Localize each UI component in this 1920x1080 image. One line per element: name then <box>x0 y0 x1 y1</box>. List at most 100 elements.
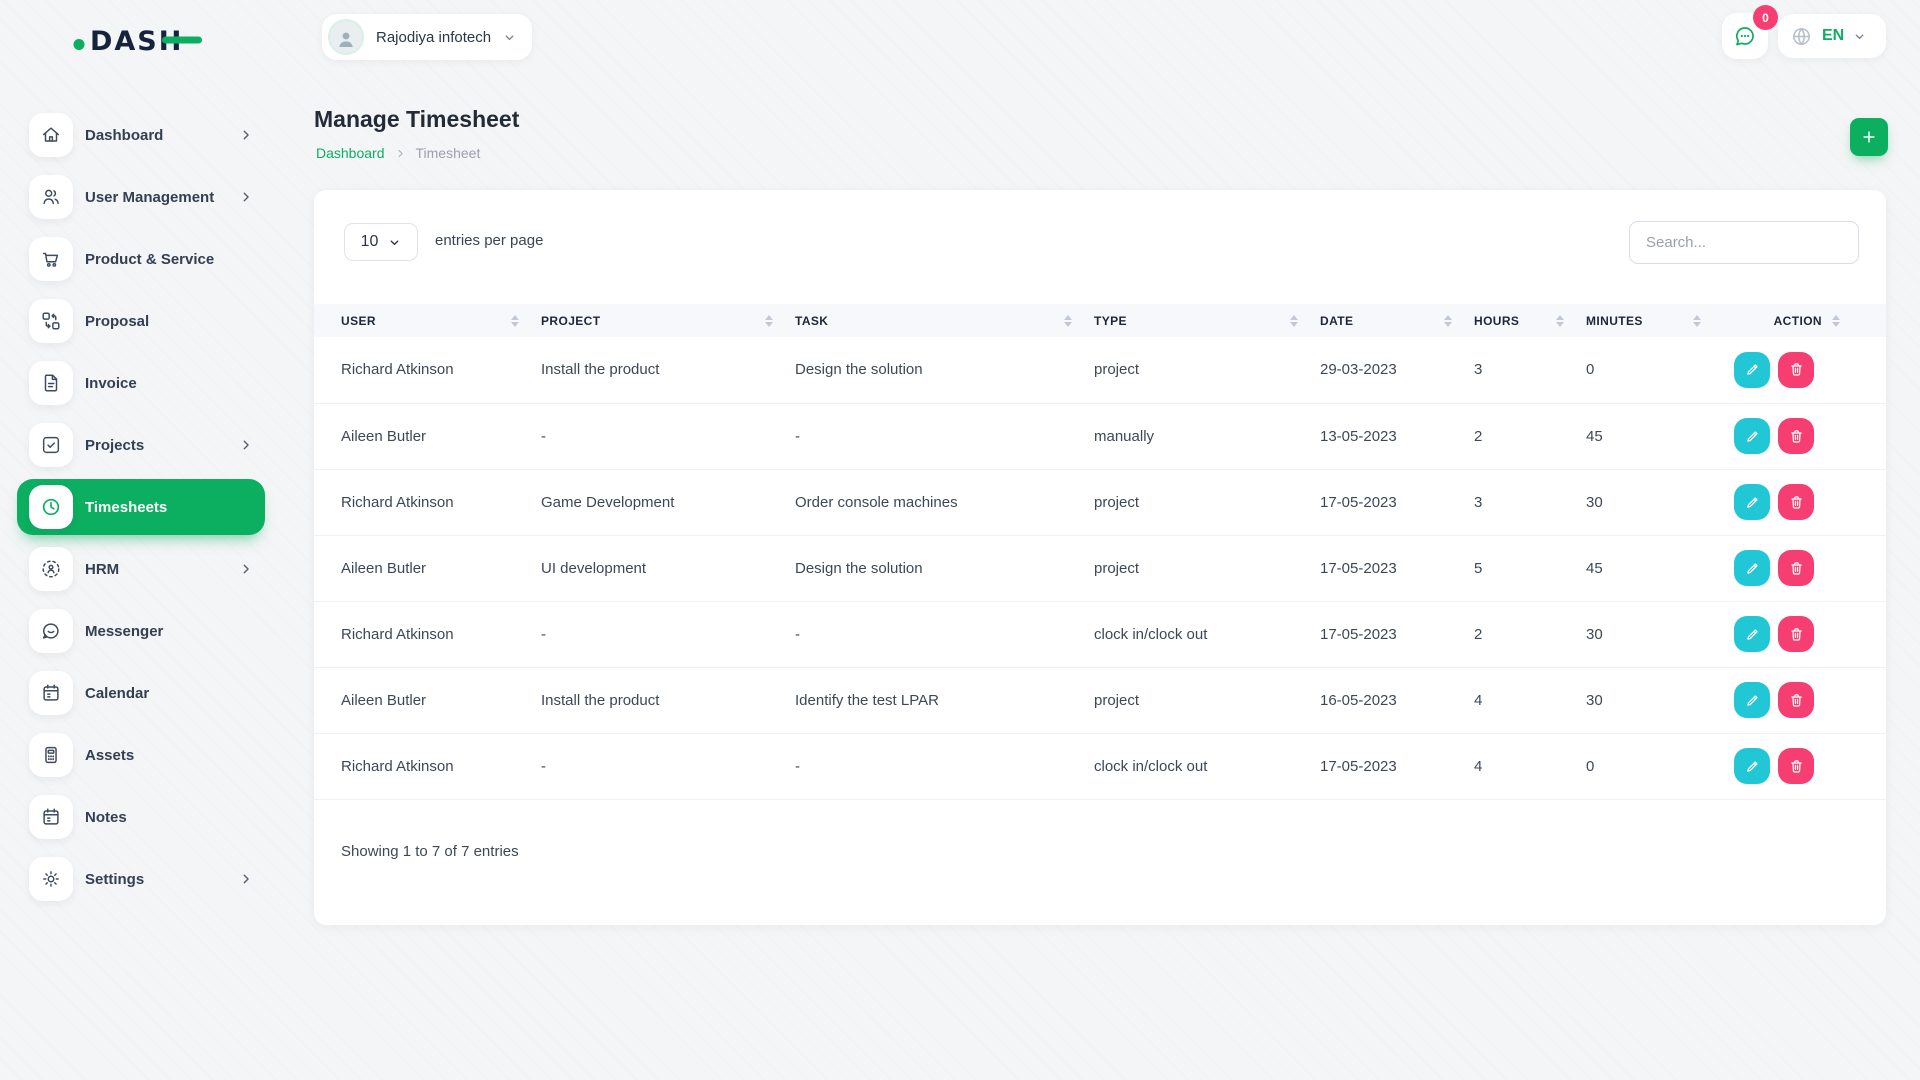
column-header-project[interactable]: PROJECT <box>541 304 795 337</box>
calendar-icon <box>29 671 73 715</box>
column-label: USER <box>341 314 376 328</box>
delete-button[interactable] <box>1778 352 1814 388</box>
sort-icon[interactable] <box>765 315 773 327</box>
cell-minutes: 45 <box>1586 535 1723 601</box>
cell-user: Aileen Butler <box>314 535 541 601</box>
table-row: Aileen Butler - - manually 13-05-2023 2 … <box>314 403 1886 469</box>
table-row: Richard Atkinson - - clock in/clock out … <box>314 733 1886 799</box>
sort-icon[interactable] <box>1693 315 1701 327</box>
globe-icon <box>1790 25 1813 48</box>
sidebar-item-hrm[interactable]: HRM <box>17 541 265 597</box>
cell-task: Design the solution <box>795 337 1094 403</box>
edit-button[interactable] <box>1734 748 1770 784</box>
gear-icon <box>29 857 73 901</box>
edit-button[interactable] <box>1734 616 1770 652</box>
clock-icon <box>29 485 73 529</box>
swap-icon <box>29 299 73 343</box>
cell-minutes: 30 <box>1586 601 1723 667</box>
check-square-icon <box>29 423 73 467</box>
cell-minutes: 45 <box>1586 403 1723 469</box>
cell-hours: 2 <box>1474 403 1586 469</box>
cell-project: - <box>541 601 795 667</box>
sort-icon[interactable] <box>1290 315 1298 327</box>
sidebar-item-label: HRM <box>85 561 119 578</box>
edit-button[interactable] <box>1734 682 1770 718</box>
sort-icon[interactable] <box>511 315 519 327</box>
sort-icon[interactable] <box>1064 315 1072 327</box>
sidebar-item-timesheets[interactable]: Timesheets <box>17 479 265 535</box>
edit-button[interactable] <box>1734 352 1770 388</box>
cell-hours: 5 <box>1474 535 1586 601</box>
cell-type: clock in/clock out <box>1094 601 1320 667</box>
cell-hours: 2 <box>1474 601 1586 667</box>
sidebar-item-label: Product & Service <box>85 251 214 268</box>
page-title: Manage Timesheet <box>314 106 519 133</box>
cell-type: project <box>1094 535 1320 601</box>
cell-user: Richard Atkinson <box>314 337 541 403</box>
sidebar-item-label: Projects <box>85 437 144 454</box>
chat-dots-icon <box>1733 24 1757 48</box>
column-header-task[interactable]: TASK <box>795 304 1094 337</box>
column-label: TASK <box>795 314 828 328</box>
edit-button[interactable] <box>1734 550 1770 586</box>
sidebar-item-user-management[interactable]: User Management <box>17 169 265 225</box>
pencil-icon <box>1744 692 1761 709</box>
column-header-user[interactable]: USER <box>314 304 541 337</box>
cell-minutes: 0 <box>1586 733 1723 799</box>
edit-button[interactable] <box>1734 418 1770 454</box>
sort-icon[interactable] <box>1444 315 1452 327</box>
entries-per-page-value: 10 <box>361 233 379 251</box>
search-input[interactable] <box>1629 221 1859 264</box>
sidebar-item-product-service[interactable]: Product & Service <box>17 231 265 287</box>
messages-button[interactable]: 0 <box>1722 13 1768 59</box>
cell-project: - <box>541 403 795 469</box>
workspace-dropdown[interactable]: Rajodiya infotech <box>322 14 532 60</box>
column-header-date[interactable]: DATE <box>1320 304 1474 337</box>
cell-date: 17-05-2023 <box>1320 469 1474 535</box>
sidebar-item-proposal[interactable]: Proposal <box>17 293 265 349</box>
timesheet-table: USER PROJECT TASK TYPE DATE HOURS MINUTE… <box>314 304 1886 800</box>
pencil-icon <box>1744 494 1761 511</box>
delete-button[interactable] <box>1778 484 1814 520</box>
sidebar-item-settings[interactable]: Settings <box>17 851 265 907</box>
column-header-action[interactable]: ACTION <box>1723 304 1886 337</box>
cell-minutes: 0 <box>1586 337 1723 403</box>
breadcrumb-dashboard-link[interactable]: Dashboard <box>316 145 385 161</box>
sidebar-item-messenger[interactable]: Messenger <box>17 603 265 659</box>
cell-date: 13-05-2023 <box>1320 403 1474 469</box>
cell-hours: 3 <box>1474 337 1586 403</box>
column-header-hours[interactable]: HOURS <box>1474 304 1586 337</box>
language-selector[interactable]: EN <box>1778 14 1886 58</box>
cell-hours: 3 <box>1474 469 1586 535</box>
trash-icon <box>1788 626 1805 643</box>
sidebar-item-dashboard[interactable]: Dashboard <box>17 107 265 163</box>
column-header-minutes[interactable]: MINUTES <box>1586 304 1723 337</box>
delete-button[interactable] <box>1778 616 1814 652</box>
entries-per-page-select[interactable]: 10 <box>344 223 418 261</box>
sidebar-item-invoice[interactable]: Invoice <box>17 355 265 411</box>
avatar <box>328 19 364 55</box>
delete-button[interactable] <box>1778 748 1814 784</box>
add-timesheet-button[interactable] <box>1850 118 1888 156</box>
pencil-icon <box>1744 758 1761 775</box>
column-label: HOURS <box>1474 314 1519 328</box>
delete-button[interactable] <box>1778 682 1814 718</box>
delete-button[interactable] <box>1778 418 1814 454</box>
sidebar-item-calendar[interactable]: Calendar <box>17 665 265 721</box>
sidebar-item-projects[interactable]: Projects <box>17 417 265 473</box>
chevron-right-icon <box>239 128 253 142</box>
column-header-type[interactable]: TYPE <box>1094 304 1320 337</box>
sort-icon[interactable] <box>1832 315 1840 327</box>
sidebar-item-assets[interactable]: Assets <box>17 727 265 783</box>
edit-button[interactable] <box>1734 484 1770 520</box>
cell-hours: 4 <box>1474 733 1586 799</box>
breadcrumb: Dashboard Timesheet <box>316 145 480 161</box>
chat-bubble-icon <box>29 609 73 653</box>
sidebar: DASH Dashboard User Management Product &… <box>0 0 290 1080</box>
delete-button[interactable] <box>1778 550 1814 586</box>
sidebar-item-notes[interactable]: Notes <box>17 789 265 845</box>
sidebar-item-label: Invoice <box>85 375 137 392</box>
users-icon <box>29 175 73 219</box>
cell-hours: 4 <box>1474 667 1586 733</box>
sort-icon[interactable] <box>1556 315 1564 327</box>
